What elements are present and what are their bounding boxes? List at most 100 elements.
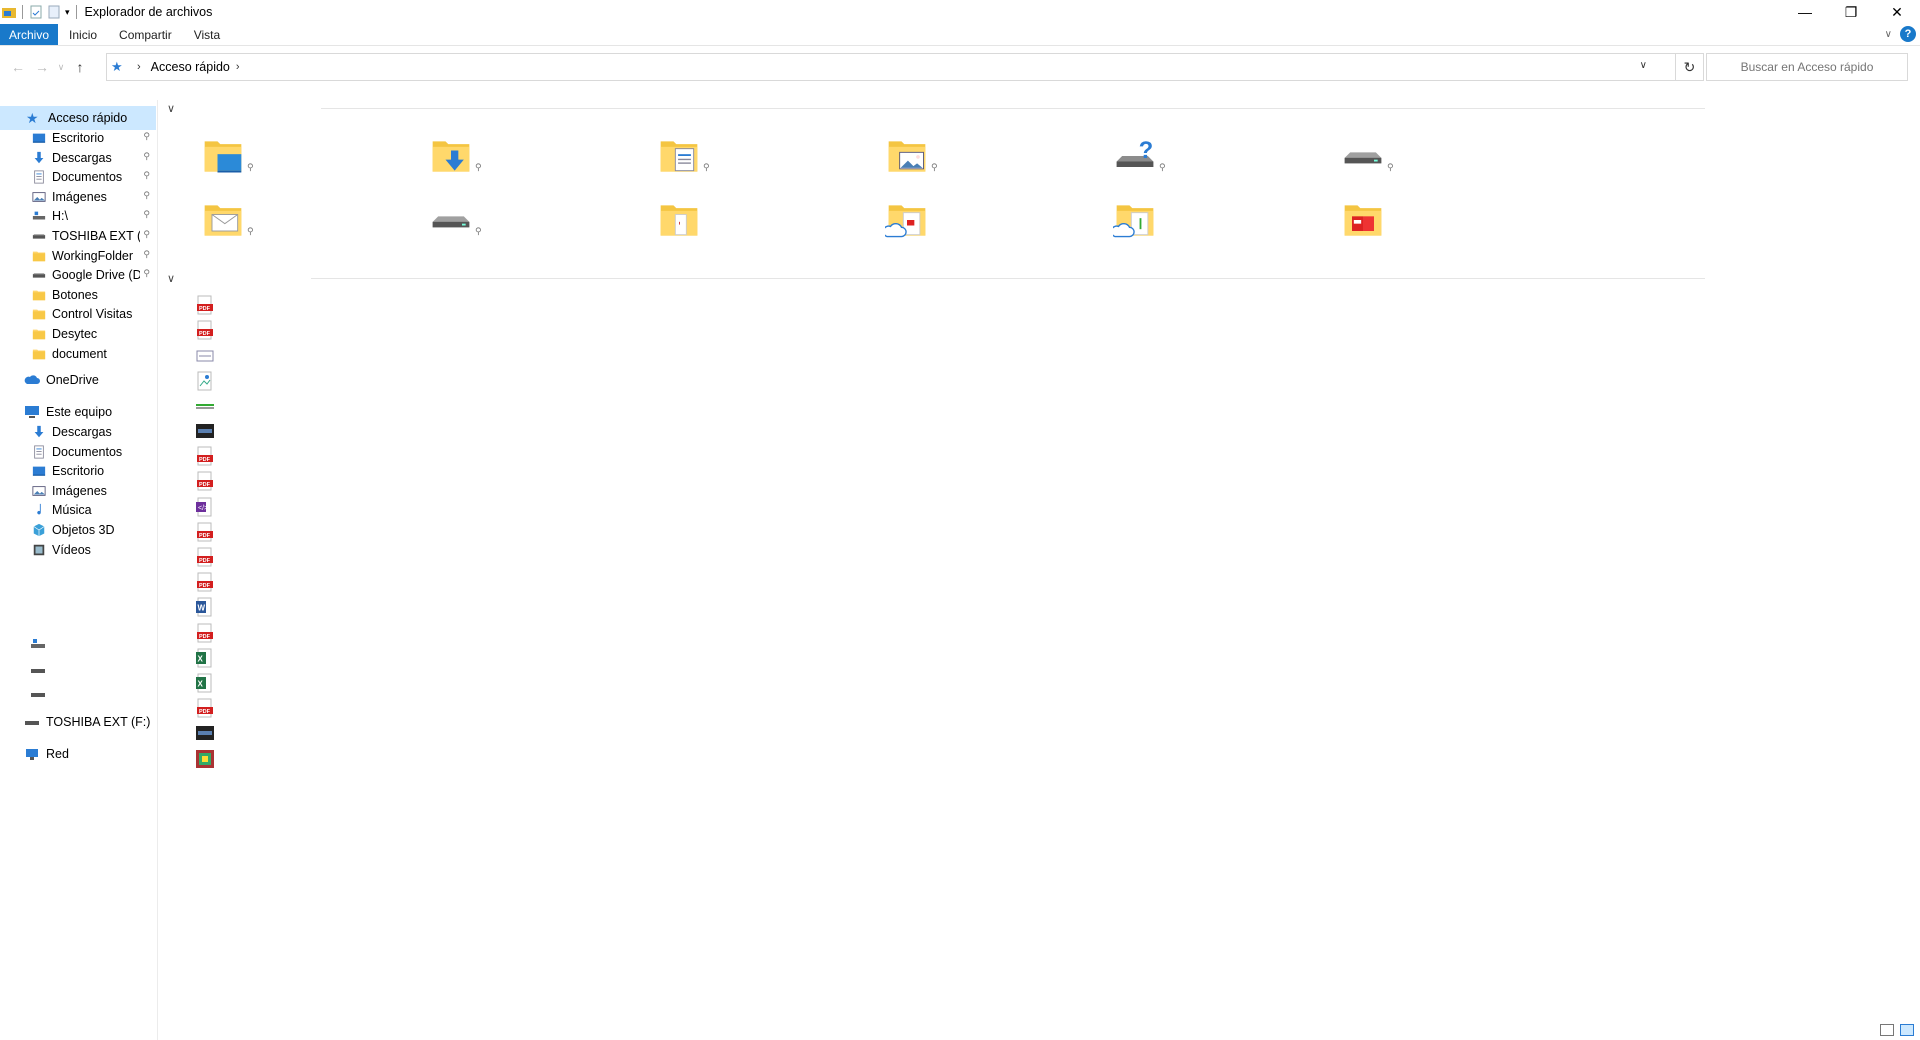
- recent-file-item[interactable]: [195, 345, 217, 367]
- sidebar-item-toshiba[interactable]: TOSHIBA EXT (F:): [0, 710, 156, 734]
- pin-icon[interactable]: ⚲: [475, 226, 482, 237]
- pin-icon[interactable]: ⚲: [143, 131, 150, 142]
- search-box[interactable]: [1706, 53, 1908, 81]
- recent-file-item[interactable]: [195, 421, 217, 443]
- recent-file-item[interactable]: PDF: [195, 320, 217, 342]
- sidebar-item-unlabeled-drive[interactable]: [0, 632, 156, 656]
- desktop-icon: [32, 466, 46, 476]
- pictures-icon: [32, 485, 46, 496]
- onedrive-cloud-icon: [24, 375, 40, 384]
- sidebar-item-this-pc-entry[interactable]: Vídeos: [0, 538, 156, 562]
- breadcrumb-acceso-rapido[interactable]: Acceso rápido: [151, 60, 230, 74]
- pin-icon[interactable]: ⚲: [703, 162, 710, 173]
- pin-icon[interactable]: ⚲: [143, 249, 150, 260]
- pin-icon[interactable]: ⚲: [1159, 162, 1166, 173]
- recent-file-item[interactable]: PDF: [195, 295, 217, 317]
- sidebar-item-onedrive[interactable]: OneDrive: [0, 368, 156, 392]
- sidebar-item-network[interactable]: Red: [0, 742, 156, 766]
- refresh-button[interactable]: ↻: [1676, 53, 1704, 81]
- sidebar-item-label: Escritorio: [52, 131, 105, 145]
- pin-icon[interactable]: ⚲: [931, 162, 938, 173]
- frequent-folder-tile[interactable]: ⚲: [429, 198, 489, 250]
- frequent-folder-tile[interactable]: [657, 198, 717, 250]
- pin-icon[interactable]: ⚲: [143, 151, 150, 162]
- sidebar-item-label: TOSHIBA EXT (F:): [46, 715, 151, 729]
- sidebar-item-unlabeled-drive[interactable]: [0, 658, 156, 682]
- frequent-folder-tile[interactable]: [1341, 198, 1401, 250]
- recent-file-item[interactable]: PDF: [195, 572, 217, 594]
- media-file-icon: [196, 749, 214, 768]
- pin-icon[interactable]: ⚲: [143, 268, 150, 279]
- pin-icon[interactable]: ⚲: [143, 229, 150, 240]
- minimize-button[interactable]: —: [1782, 0, 1828, 24]
- pin-icon[interactable]: ⚲: [247, 226, 254, 237]
- pdf-file-icon: PDF: [197, 471, 213, 491]
- address-bar[interactable]: ★ › Acceso rápido › ∨: [106, 53, 1676, 81]
- documents-folder-icon: [660, 141, 698, 172]
- new-folder-icon[interactable]: [47, 5, 61, 19]
- sidebar-item-label: Red: [46, 747, 69, 761]
- help-icon[interactable]: ?: [1900, 26, 1916, 42]
- sidebar-item-label: Documentos: [52, 170, 123, 185]
- properties-icon[interactable]: [29, 5, 43, 19]
- recent-file-item[interactable]: PDF: [195, 698, 217, 720]
- pin-icon[interactable]: ⚲: [143, 170, 150, 181]
- chevron-right-icon[interactable]: ›: [137, 61, 141, 73]
- tab-compartir[interactable]: Compartir: [108, 24, 183, 45]
- pin-icon[interactable]: ⚲: [1387, 162, 1394, 173]
- recent-file-item[interactable]: [195, 723, 217, 745]
- tab-inicio[interactable]: Inicio: [58, 24, 108, 45]
- recent-file-item[interactable]: X: [195, 648, 217, 670]
- recent-file-item[interactable]: </>: [195, 497, 217, 519]
- maximize-button[interactable]: ❐: [1828, 0, 1874, 24]
- pin-icon[interactable]: ⚲: [247, 162, 254, 173]
- pin-icon[interactable]: ⚲: [143, 209, 150, 220]
- forward-button[interactable]: →: [30, 55, 54, 79]
- sidebar-item-label: Descargas: [52, 150, 112, 165]
- sidebar-item-quick-access-entry[interactable]: document: [0, 342, 156, 366]
- recent-file-item[interactable]: [195, 749, 217, 771]
- pin-icon[interactable]: ⚲: [143, 190, 150, 201]
- tab-vista[interactable]: Vista: [183, 24, 231, 45]
- tab-archivo[interactable]: Archivo: [0, 24, 59, 45]
- recent-file-item[interactable]: X: [195, 673, 217, 695]
- close-button[interactable]: ✕: [1874, 0, 1920, 24]
- up-button[interactable]: ↑: [68, 55, 92, 79]
- recent-locations-icon[interactable]: ∨: [54, 55, 68, 79]
- chevron-right-icon[interactable]: ›: [236, 61, 240, 73]
- frequent-folder-tile[interactable]: [1110, 198, 1173, 250]
- details-view-icon[interactable]: [1880, 1024, 1894, 1036]
- recent-files-collapse-icon[interactable]: ∨: [167, 272, 175, 285]
- frequent-folder-tile[interactable]: ⚲: [429, 134, 489, 186]
- frequent-folder-tile[interactable]: ⚲: [885, 134, 945, 186]
- back-button[interactable]: ←: [6, 55, 30, 79]
- frequent-folder-tile[interactable]: ⚲: [201, 198, 261, 250]
- svg-text:PDF: PDF: [199, 457, 211, 463]
- sidebar-item-label: Acceso rápido: [48, 111, 128, 125]
- recent-file-item[interactable]: PDF: [195, 547, 217, 569]
- expand-ribbon-icon[interactable]: ∨: [1885, 29, 1892, 40]
- frequent-folder-tile[interactable]: ⚲: [1341, 134, 1401, 186]
- large-icons-view-icon[interactable]: [1900, 1024, 1914, 1036]
- recent-file-item[interactable]: [195, 396, 217, 418]
- frequent-folder-tile[interactable]: [882, 198, 945, 250]
- frequent-folder-tile[interactable]: ⚲: [201, 134, 261, 186]
- separator: [75, 5, 77, 19]
- view-buttons: [1880, 1024, 1914, 1036]
- frequent-folder-tile[interactable]: ? ⚲: [1113, 134, 1173, 186]
- frequent-folder-tile[interactable]: ⚲: [657, 134, 717, 186]
- recent-file-item[interactable]: [195, 371, 217, 393]
- network-icon: [26, 749, 38, 760]
- search-input[interactable]: [1712, 60, 1902, 74]
- frequent-folders-collapse-icon[interactable]: ∨: [167, 102, 175, 115]
- customize-toolbar-icon[interactable]: ▾: [65, 7, 70, 18]
- recent-file-item[interactable]: W: [195, 597, 217, 619]
- pin-icon[interactable]: ⚲: [475, 162, 482, 173]
- sidebar-item-label: WorkingFolder: [52, 248, 134, 263]
- recent-file-item[interactable]: PDF: [195, 623, 217, 645]
- sidebar-item-unlabeled-drive[interactable]: [0, 682, 156, 706]
- recent-file-item[interactable]: PDF: [195, 446, 217, 468]
- address-dropdown-icon[interactable]: ∨: [1640, 60, 1647, 71]
- recent-file-item[interactable]: PDF: [195, 471, 217, 493]
- recent-file-item[interactable]: PDF: [195, 522, 217, 544]
